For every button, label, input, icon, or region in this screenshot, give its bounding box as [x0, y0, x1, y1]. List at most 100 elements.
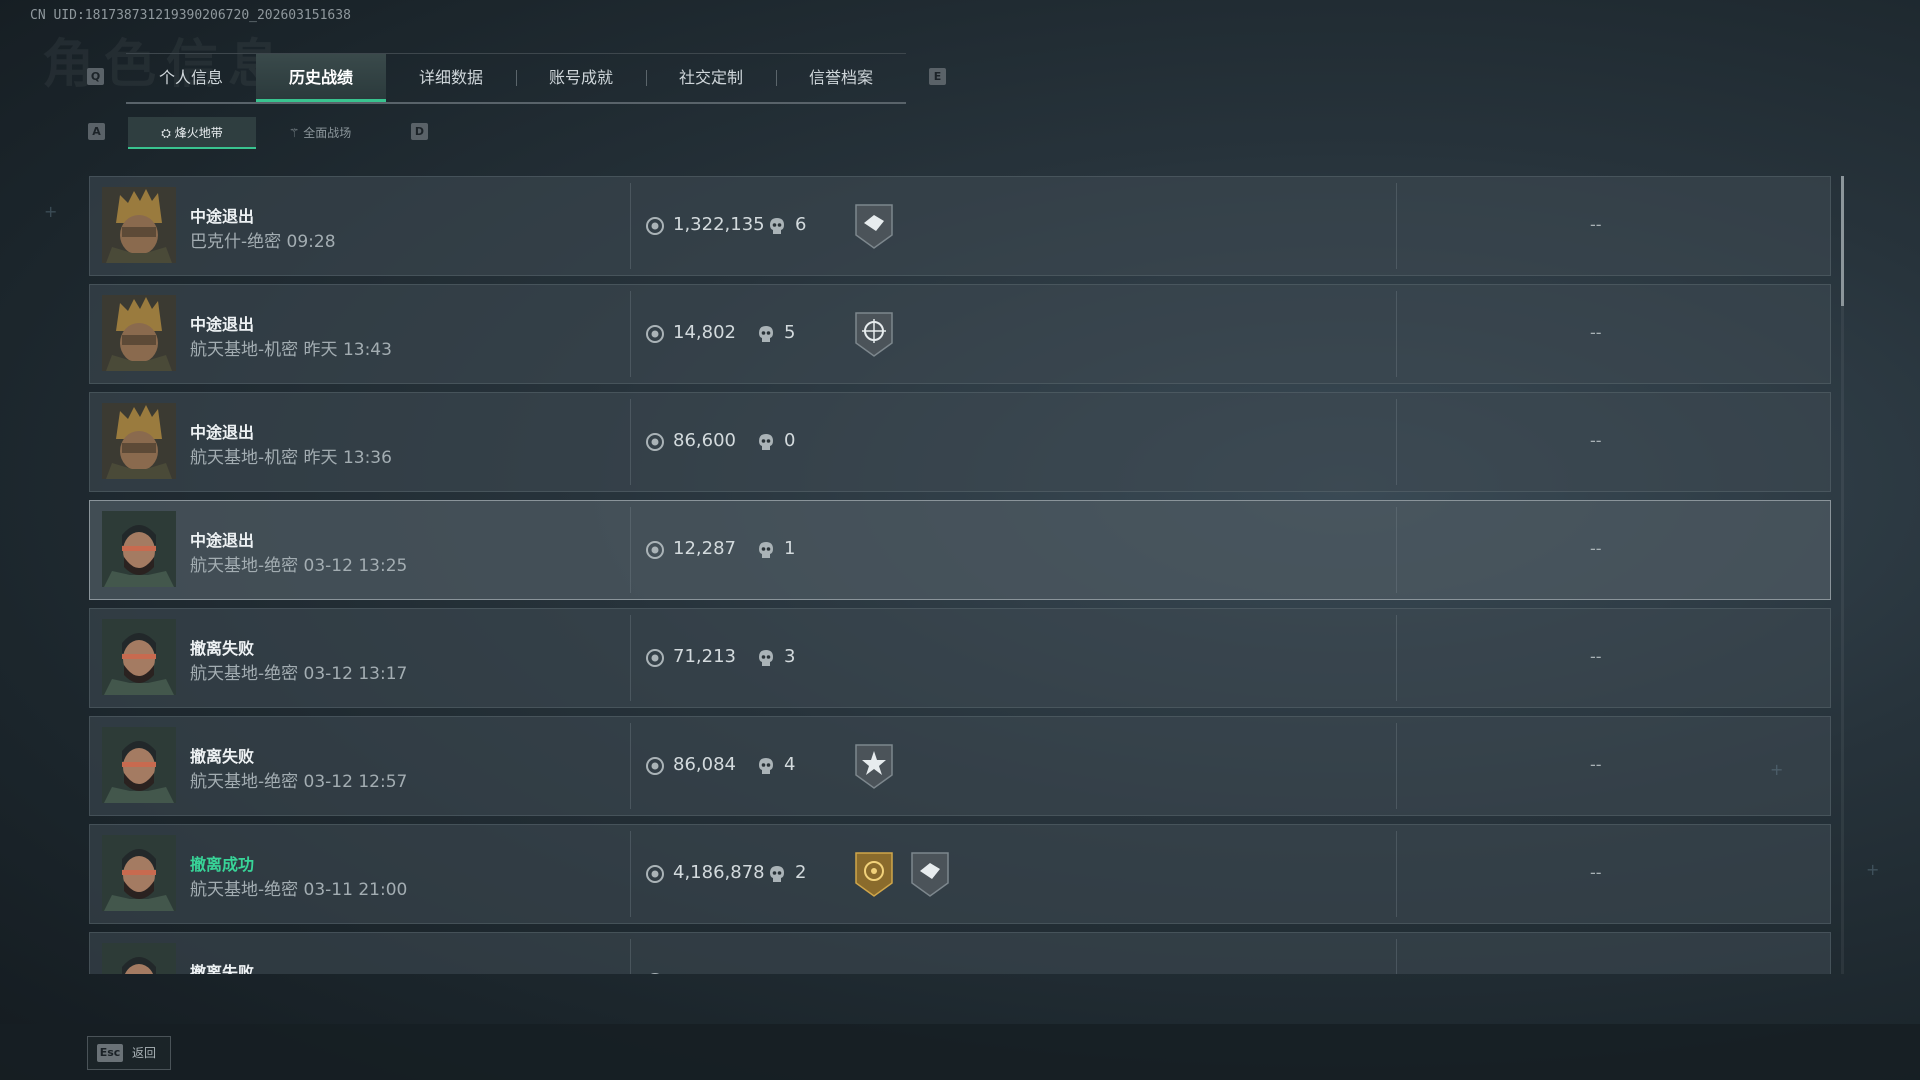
- skull-icon: [770, 866, 784, 882]
- next-tab-key[interactable]: E: [929, 68, 946, 85]
- next-subtab-key[interactable]: D: [411, 123, 428, 140]
- coin-icon: [646, 433, 664, 451]
- coin-icon: [646, 865, 664, 883]
- result-value: --: [1590, 215, 1602, 234]
- uid-label: CN UID:181738731219390206720_20260315163…: [30, 8, 351, 23]
- result-value: --: [1590, 539, 1602, 558]
- skull-icon: [759, 326, 773, 342]
- match-status: 撤离成功: [190, 855, 255, 874]
- match-row[interactable]: 中途退出 巴克什-绝密 09:28 1,322,135 6 --: [89, 176, 1831, 276]
- result-value: --: [1590, 323, 1602, 342]
- operator-avatar: [102, 619, 176, 695]
- row-divider: [630, 723, 631, 809]
- badge-armor-icon[interactable]: [852, 201, 896, 251]
- match-row[interactable]: 撤离失败: [89, 932, 1831, 974]
- match-row[interactable]: 中途退出 航天基地-绝密 03-12 13:25 12,287 1 --: [89, 500, 1831, 600]
- kill-count: 4: [784, 754, 796, 775]
- skull-icon: [759, 650, 773, 666]
- match-detail: 巴克什-绝密 09:28: [190, 232, 336, 252]
- match-row[interactable]: 撤离失败 航天基地-绝密 03-12 12:57 86,084 4 --: [89, 716, 1831, 816]
- tab-detailed-data[interactable]: 详细数据: [386, 54, 516, 102]
- row-divider: [1396, 291, 1397, 377]
- coin-icon: [646, 325, 664, 343]
- match-row[interactable]: 撤离成功 航天基地-绝密 03-11 21:00 4,186,878 2 --: [89, 824, 1831, 924]
- tab-match-history[interactable]: 历史战绩: [256, 54, 386, 102]
- main-tabs: 个人信息 历史战绩 详细数据 账号成就 社交定制 信誉档案: [126, 53, 906, 104]
- match-detail: 航天基地-绝密 03-11 21:00: [190, 880, 408, 900]
- badge-armor-icon[interactable]: [908, 849, 952, 899]
- result-value: --: [1590, 755, 1602, 774]
- match-row[interactable]: 中途退出 航天基地-机密 昨天 13:36 86,600 0 --: [89, 392, 1831, 492]
- row-divider: [630, 831, 631, 917]
- match-status: 中途退出: [190, 315, 255, 334]
- operator-avatar: [102, 295, 176, 371]
- row-divider: [630, 507, 631, 593]
- money-value: 14,802: [673, 322, 736, 343]
- kill-count: 3: [784, 646, 796, 667]
- list-scrollbar[interactable]: [1841, 176, 1844, 974]
- operator-avatar: [102, 511, 176, 587]
- match-status: 中途退出: [190, 423, 255, 442]
- kill-count: 0: [784, 430, 796, 451]
- match-status: 撤离失败: [190, 963, 255, 974]
- match-status: 中途退出: [190, 207, 255, 226]
- match-status: 撤离失败: [190, 747, 255, 766]
- subtab-hazard-zone[interactable]: ⛭ 烽火地带: [128, 117, 256, 149]
- row-divider: [1396, 399, 1397, 485]
- row-divider: [1396, 183, 1397, 269]
- operator-avatar: [102, 187, 176, 263]
- warfare-icon: ⚚: [288, 126, 304, 140]
- match-status: 撤离失败: [190, 639, 255, 658]
- match-row[interactable]: 中途退出 航天基地-机密 昨天 13:43 14,802 5 --: [89, 284, 1831, 384]
- skull-icon: [770, 218, 784, 234]
- coin-icon: [646, 217, 664, 235]
- tab-reputation[interactable]: 信誉档案: [776, 54, 906, 102]
- money-value: 71,213: [673, 646, 736, 667]
- subtab-warfare[interactable]: ⚚ 全面战场: [256, 117, 384, 149]
- back-button[interactable]: Esc 返回: [87, 1036, 171, 1070]
- skull-icon: [758, 973, 774, 974]
- result-value: --: [1590, 431, 1602, 450]
- kill-count: 6: [795, 214, 807, 235]
- prev-subtab-key[interactable]: A: [88, 123, 105, 140]
- bottom-bar: [0, 1024, 1920, 1080]
- money-value: 86,600: [673, 430, 736, 451]
- match-detail: 航天基地-绝密 03-12 13:17: [190, 664, 408, 684]
- coin-icon: [646, 649, 664, 667]
- decor-plus-icon: +: [44, 202, 58, 221]
- row-divider: [1396, 831, 1397, 917]
- row-divider: [1396, 939, 1397, 974]
- money-value: 4,186,878: [673, 862, 765, 883]
- match-detail: 航天基地-绝密 03-12 13:25: [190, 556, 408, 576]
- match-detail: 航天基地-机密 昨天 13:36: [190, 448, 392, 468]
- result-value: --: [1590, 863, 1602, 882]
- row-divider: [630, 615, 631, 701]
- row-divider: [630, 399, 631, 485]
- esc-key: Esc: [97, 1044, 123, 1062]
- money-value: 1,322,135: [673, 214, 765, 235]
- match-detail: 航天基地-绝密 03-12 12:57: [190, 772, 408, 792]
- coin-icon: [646, 973, 664, 974]
- row-divider: [630, 183, 631, 269]
- row-divider: [1396, 615, 1397, 701]
- decor-plus-icon: +: [1866, 860, 1880, 879]
- prev-tab-key[interactable]: Q: [87, 68, 104, 85]
- tab-personal-info[interactable]: 个人信息: [126, 54, 256, 102]
- coin-icon: [646, 541, 664, 559]
- match-detail: 航天基地-机密 昨天 13:43: [190, 340, 392, 360]
- tab-social-custom[interactable]: 社交定制: [646, 54, 776, 102]
- badge-gold-coin-icon[interactable]: [852, 849, 896, 899]
- skull-icon: [759, 542, 773, 558]
- coin-icon: [646, 757, 664, 775]
- row-divider: [630, 939, 631, 974]
- badge-star-icon[interactable]: [852, 741, 896, 791]
- kill-count: 5: [784, 322, 796, 343]
- match-row[interactable]: 撤离失败 航天基地-绝密 03-12 13:17 71,213 3 --: [89, 608, 1831, 708]
- scrollbar-thumb[interactable]: [1841, 176, 1844, 306]
- skull-icon: [759, 434, 773, 450]
- badge-target-icon[interactable]: [852, 309, 896, 359]
- row-divider: [1396, 507, 1397, 593]
- tab-achievements[interactable]: 账号成就: [516, 54, 646, 102]
- kill-count: 1: [784, 538, 796, 559]
- match-history-list: 中途退出 巴克什-绝密 09:28 1,322,135 6 -- 中途退出 航天…: [89, 176, 1831, 974]
